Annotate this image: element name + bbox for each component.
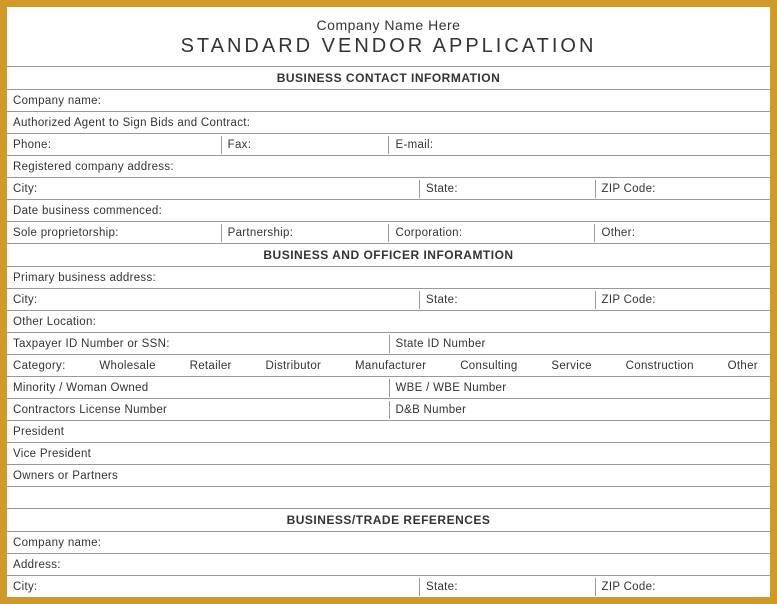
label-minority: Minority / Woman Owned bbox=[7, 379, 389, 397]
label-zip-2: ZIP Code: bbox=[595, 291, 771, 309]
form-header: Company Name Here STANDARD VENDOR APPLIC… bbox=[7, 7, 770, 66]
row-ref-company-name[interactable]: Company name: bbox=[7, 532, 770, 554]
label-state-1: State: bbox=[419, 180, 594, 198]
label-ref-city: City: bbox=[7, 578, 419, 596]
label-state-2: State: bbox=[419, 291, 594, 309]
row-vice-president[interactable]: Vice President bbox=[7, 443, 770, 465]
row-ref-address[interactable]: Address: bbox=[7, 554, 770, 576]
row-other-location[interactable]: Other Location: bbox=[7, 311, 770, 333]
form-title: STANDARD VENDOR APPLICATION bbox=[7, 35, 770, 58]
row-phone-fax-email[interactable]: Phone: Fax: E-mail: bbox=[7, 134, 770, 156]
row-contractors-db[interactable]: Contractors License Number D&B Number bbox=[7, 399, 770, 421]
spacer-row bbox=[7, 487, 770, 509]
label-category: Category: bbox=[13, 360, 66, 372]
section-heading-contact: BUSINESS CONTACT INFORMATION bbox=[7, 66, 770, 90]
row-registered-address[interactable]: Registered company address: bbox=[7, 156, 770, 178]
label-corporation: Corporation: bbox=[388, 224, 594, 242]
section-heading-references: BUSINESS/TRADE REFERENCES bbox=[7, 509, 770, 532]
row-president[interactable]: President bbox=[7, 421, 770, 443]
label-authorized-agent: Authorized Agent to Sign Bids and Contra… bbox=[7, 114, 770, 132]
vendor-application-form: Company Name Here STANDARD VENDOR APPLIC… bbox=[0, 0, 777, 604]
label-contractors-license: Contractors License Number bbox=[7, 401, 389, 419]
category-consulting: Consulting bbox=[460, 360, 517, 372]
category-service: Service bbox=[551, 360, 591, 372]
label-company-name: Company name: bbox=[7, 92, 770, 110]
label-phone: Phone: bbox=[7, 136, 221, 154]
label-zip-1: ZIP Code: bbox=[595, 180, 771, 198]
label-email: E-mail: bbox=[388, 136, 770, 154]
category-distributor: Distributor bbox=[265, 360, 321, 372]
label-city-1: City: bbox=[7, 180, 419, 198]
row-ref-city-state-zip[interactable]: City: State: ZIP Code: bbox=[7, 576, 770, 598]
label-taxpayer-id: Taxpayer ID Number or SSN: bbox=[7, 335, 389, 353]
label-city-2: City: bbox=[7, 291, 419, 309]
row-minority-wbe[interactable]: Minority / Woman Owned WBE / WBE Number bbox=[7, 377, 770, 399]
label-vice-president: Vice President bbox=[7, 445, 770, 463]
row-authorized-agent[interactable]: Authorized Agent to Sign Bids and Contra… bbox=[7, 112, 770, 134]
row-category[interactable]: Category: Wholesale Retailer Distributor… bbox=[7, 355, 770, 377]
row-company-name[interactable]: Company name: bbox=[7, 90, 770, 112]
label-date-commenced: Date business commenced: bbox=[7, 202, 770, 220]
label-other-location: Other Location: bbox=[7, 313, 770, 331]
row-owners-partners[interactable]: Owners or Partners bbox=[7, 465, 770, 487]
label-other-1: Other: bbox=[594, 224, 770, 242]
category-other: Other bbox=[728, 360, 758, 372]
row-date-commenced[interactable]: Date business commenced: bbox=[7, 200, 770, 222]
category-retailer: Retailer bbox=[190, 360, 232, 372]
label-primary-address: Primary business address: bbox=[7, 269, 770, 287]
label-db-number: D&B Number bbox=[389, 401, 771, 419]
label-president: President bbox=[7, 423, 770, 441]
category-manufacturer: Manufacturer bbox=[355, 360, 426, 372]
label-wbe: WBE / WBE Number bbox=[389, 379, 771, 397]
label-registered-address: Registered company address: bbox=[7, 158, 770, 176]
row-business-type[interactable]: Sole proprietorship: Partnership: Corpor… bbox=[7, 222, 770, 244]
row-city-state-zip-2[interactable]: City: State: ZIP Code: bbox=[7, 289, 770, 311]
label-ref-address: Address: bbox=[7, 556, 770, 574]
label-ref-state: State: bbox=[419, 578, 594, 596]
label-state-id: State ID Number bbox=[389, 335, 771, 353]
label-partnership: Partnership: bbox=[221, 224, 389, 242]
category-construction: Construction bbox=[626, 360, 694, 372]
category-wholesale: Wholesale bbox=[99, 360, 155, 372]
row-city-state-zip-1[interactable]: City: State: ZIP Code: bbox=[7, 178, 770, 200]
section-heading-officer: BUSINESS AND OFFICER INFORAMTION bbox=[7, 244, 770, 267]
label-ref-company-name: Company name: bbox=[7, 534, 770, 552]
company-name-placeholder: Company Name Here bbox=[7, 17, 770, 33]
label-owners-partners: Owners or Partners bbox=[7, 467, 770, 485]
label-sole-prop: Sole proprietorship: bbox=[7, 224, 221, 242]
row-primary-address[interactable]: Primary business address: bbox=[7, 267, 770, 289]
label-fax: Fax: bbox=[221, 136, 389, 154]
row-taxpayer-stateid[interactable]: Taxpayer ID Number or SSN: State ID Numb… bbox=[7, 333, 770, 355]
label-ref-zip: ZIP Code: bbox=[595, 578, 771, 596]
